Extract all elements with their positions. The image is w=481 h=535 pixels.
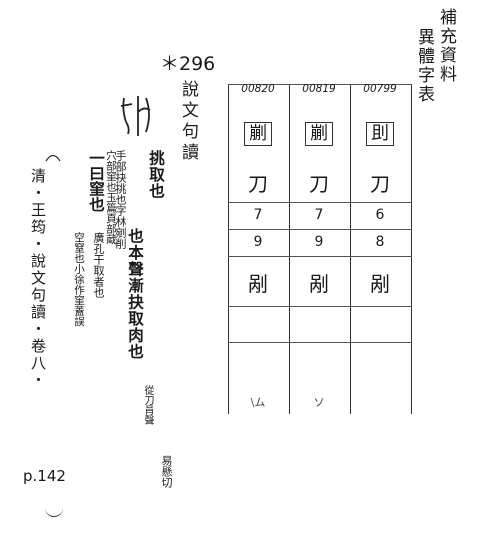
footer-mark-1: ソ: [313, 396, 325, 409]
entry-number: ＊296: [160, 53, 216, 75]
variant-table: 00820 00819 00799 剻 剻 刞 刀 刀 刀 7 7 6 9 9 …: [228, 83, 412, 414]
page-reference: p.142: [23, 467, 66, 485]
book-title: 說文句讀: [178, 80, 198, 164]
commentary-second-note2: 空窒也小徐作窐蓋誤: [73, 232, 85, 327]
code-1: 00819: [302, 83, 336, 95]
variant-glyph-2: 刞: [366, 122, 394, 146]
footer-mark-0: \ム: [250, 396, 266, 409]
stroke-b-2: 8: [375, 234, 385, 250]
stroke-a-2: 6: [375, 207, 385, 223]
close-paren-icon: [45, 504, 63, 517]
commentary-second-note1: 穴部窐也玉篇頁部蔵: [105, 150, 117, 245]
commentary-tail-note: 易懸切: [160, 455, 173, 488]
code-2: 00799: [363, 83, 397, 95]
radical-2: 刀: [370, 172, 390, 196]
citation: 清・王筠・說文句讀・卷八・: [29, 168, 47, 389]
commentary-main2: 也本聲漸抉取肉也: [126, 228, 145, 360]
commentary-main2-tail: 從刀肙聲: [142, 385, 153, 425]
stroke-a-1: 7: [314, 207, 324, 223]
variant-form-1: 剐: [309, 272, 329, 296]
commentary-second-note3: 廣孔干取者也: [92, 232, 105, 298]
variant-form-0: 剐: [248, 272, 268, 296]
radical-1: 刀: [309, 172, 329, 196]
stroke-b-0: 9: [253, 234, 263, 250]
radical-0: 刀: [248, 172, 268, 196]
open-paren-icon: [45, 154, 61, 162]
header-line1: 補充資料: [436, 8, 456, 84]
header-line2: 異體字表: [414, 28, 434, 104]
stroke-a-0: 7: [253, 207, 263, 223]
code-0: 00820: [241, 83, 275, 95]
commentary-main1: 挑取也: [147, 150, 166, 200]
variant-glyph-0: 剻: [244, 122, 272, 146]
variant-glyph-1: 剻: [305, 122, 333, 146]
variant-form-2: 剐: [370, 272, 390, 296]
seal-script-glyph-icon: [120, 96, 151, 136]
stroke-b-1: 9: [314, 234, 324, 250]
